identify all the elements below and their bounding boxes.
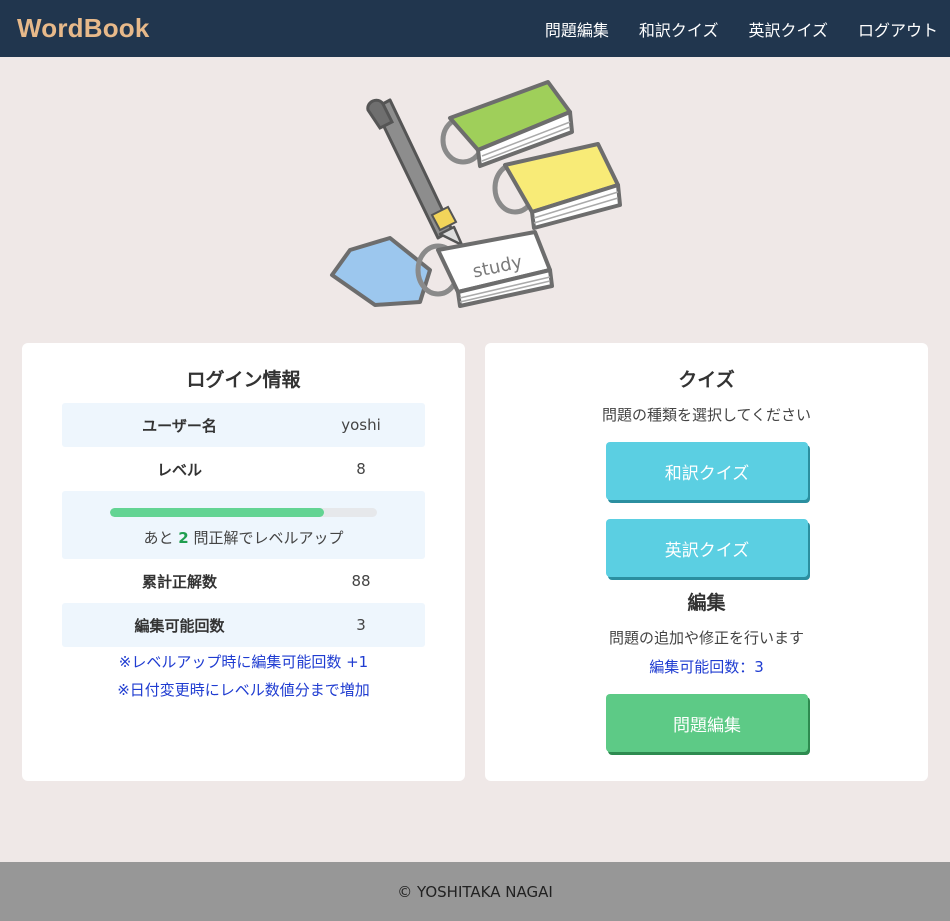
- login-info-title: ログイン情報: [186, 369, 301, 391]
- login-info-table: ユーザー名 yoshi レベル 8 あと 2 問正解でレベルアップ 累計正解数 …: [62, 403, 425, 704]
- edit-count-value: 3: [356, 616, 366, 634]
- nav-link-en-quiz[interactable]: 英訳クイズ: [748, 17, 828, 41]
- edit-count-text: 編集可能回数：3: [649, 658, 764, 676]
- nav-link-ja-quiz[interactable]: 和訳クイズ: [639, 17, 719, 41]
- username-row: ユーザー名 yoshi: [62, 403, 425, 447]
- quiz-edit-card: クイズ 問題の種類を選択してください 和訳クイズ 英訳クイズ 編集 問題の追加や…: [485, 343, 928, 781]
- level-label: レベル: [156, 460, 202, 479]
- nav-links: 問題編集 和訳クイズ 英訳クイズ ログアウト: [515, 17, 938, 41]
- username-value: yoshi: [341, 416, 381, 434]
- navbar: WordBook 問題編集 和訳クイズ 英訳クイズ ログアウト: [0, 0, 950, 57]
- level-value: 8: [356, 460, 366, 478]
- quiz-subtitle: 問題の種類を選択してください: [601, 406, 812, 424]
- level-progress-fill: [110, 508, 324, 517]
- hero-illustration: study: [320, 70, 640, 315]
- edit-questions-button[interactable]: 問題編集: [606, 694, 808, 752]
- level-progress-row: あと 2 問正解でレベルアップ: [62, 491, 425, 559]
- username-label: ユーザー名: [142, 416, 217, 435]
- note-date-change: ※日付変更時にレベル数値分まで増加: [117, 681, 370, 699]
- level-progress-bar: [110, 508, 377, 517]
- remaining-count: 2: [178, 529, 189, 547]
- level-row: レベル 8: [62, 447, 425, 491]
- login-info-card: ログイン情報 ユーザー名 yoshi レベル 8 あと 2 問正解でレベルアップ…: [22, 343, 465, 781]
- edit-count-row: 編集可能回数 3: [62, 603, 425, 647]
- note-levelup: ※レベルアップ時に編集可能回数 +1: [118, 653, 369, 671]
- study-card-book-icon: study: [415, 230, 554, 308]
- blue-tag-icon: [330, 236, 432, 307]
- en-quiz-button[interactable]: 英訳クイズ: [606, 519, 808, 577]
- correct-label: 累計正解数: [141, 572, 217, 591]
- quiz-title: クイズ: [678, 369, 735, 391]
- footer: © YOSHITAKA NAGAI: [0, 862, 950, 921]
- edit-title: 編集: [687, 592, 726, 614]
- edit-subtitle: 問題の追加や修正を行います: [608, 629, 804, 647]
- mechanical-pencil-icon: [366, 98, 464, 247]
- edit-count-label: 編集可能回数: [134, 616, 225, 635]
- yellow-card-book-icon: [492, 142, 622, 230]
- level-progress-text: あと 2 問正解でレベルアップ: [143, 529, 344, 547]
- nav-link-logout[interactable]: ログアウト: [858, 17, 938, 41]
- brand-logo[interactable]: WordBook: [17, 13, 150, 44]
- correct-value: 88: [351, 572, 371, 590]
- ja-quiz-button[interactable]: 和訳クイズ: [606, 442, 808, 500]
- correct-row: 累計正解数 88: [62, 559, 425, 603]
- notes: ※レベルアップ時に編集可能回数 +1 ※日付変更時にレベル数値分まで増加: [62, 648, 425, 704]
- nav-link-edit[interactable]: 問題編集: [545, 17, 609, 41]
- footer-copyright: © YOSHITAKA NAGAI: [397, 882, 553, 901]
